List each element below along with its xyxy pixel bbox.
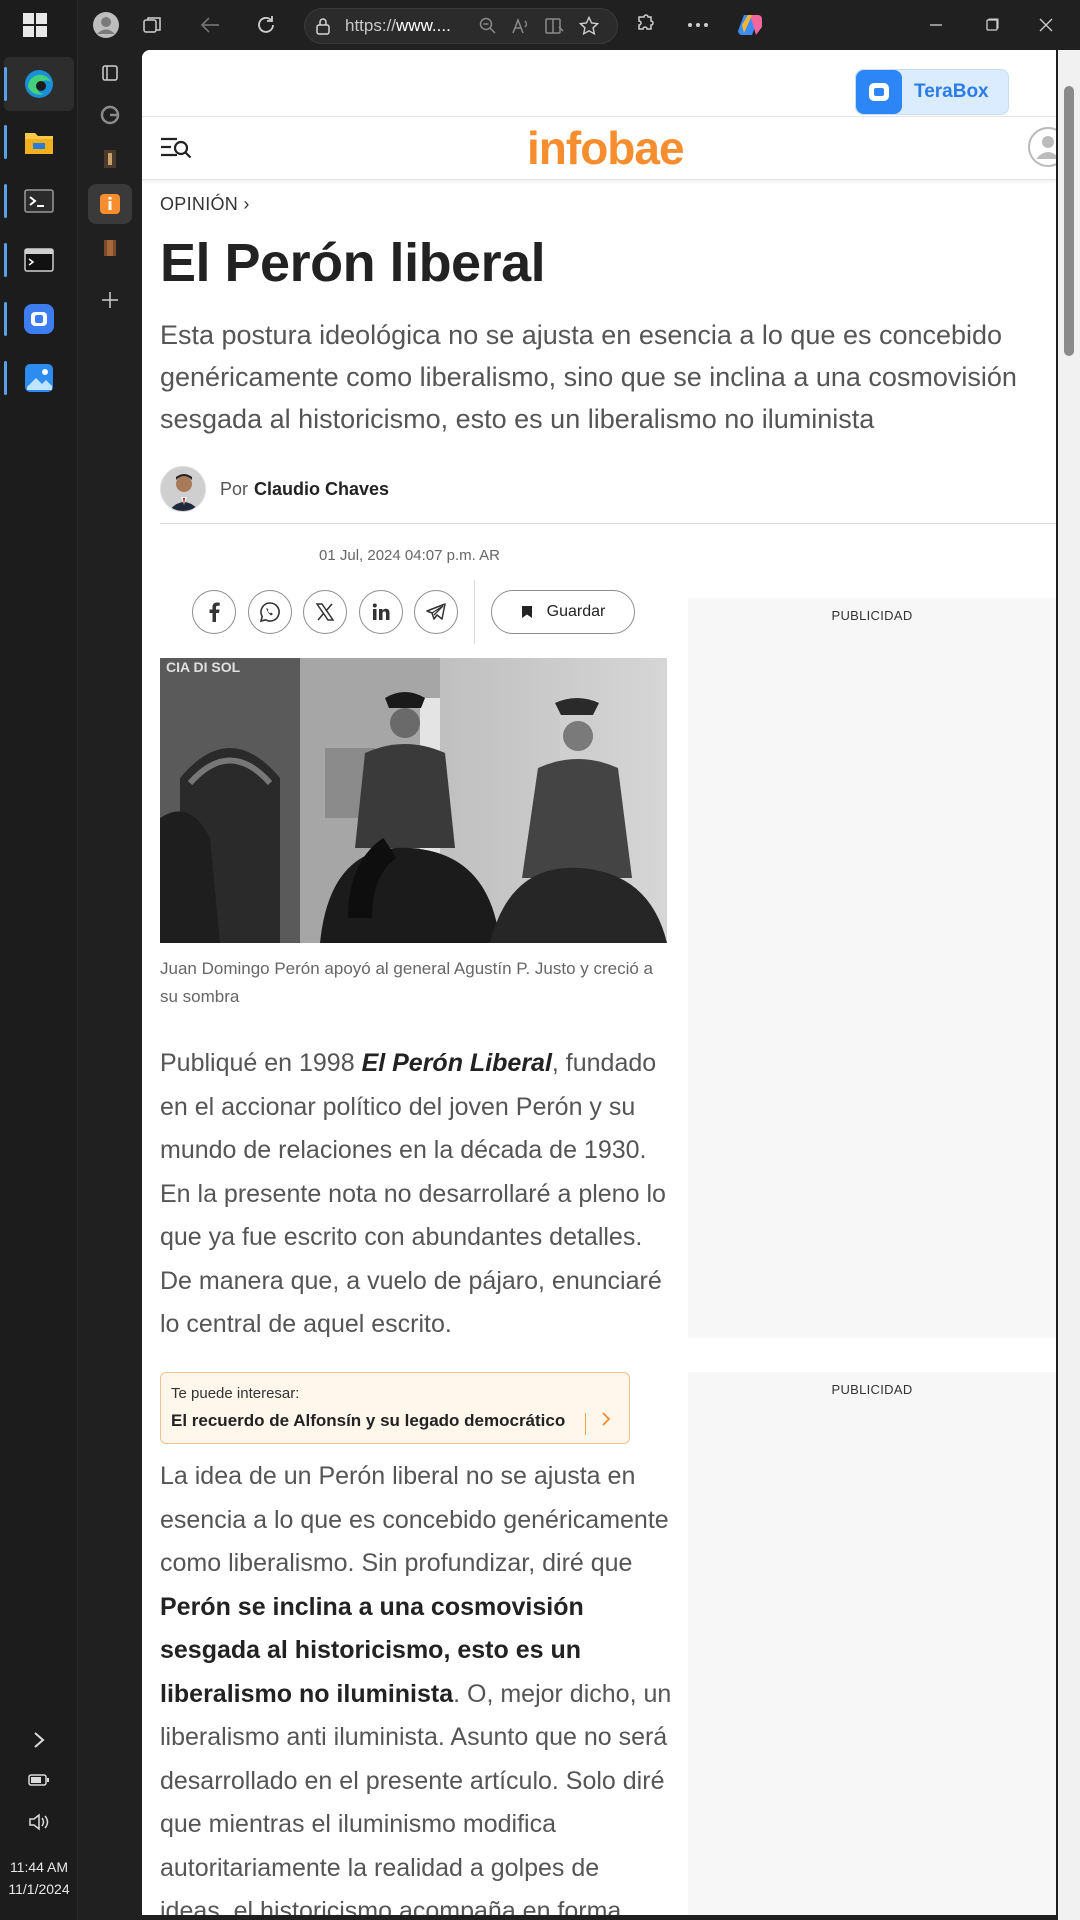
tab-actions-icon[interactable] [88,53,132,93]
publish-date: 01 Jul, 2024 04:07 p.m. AR [319,547,500,564]
tab-google-icon[interactable] [88,95,132,135]
site-logo[interactable]: infobae [527,121,685,175]
workspaces-icon[interactable] [134,8,170,42]
taskbar: 11:44 AM 11/1/2024 [0,0,78,1920]
article-headline: El Perón liberal [160,233,546,293]
clock-date[interactable]: 11/1/2024 [0,1881,78,1897]
extensions-icon[interactable] [626,8,662,42]
linkedin-share-icon[interactable] [358,590,403,634]
book-title: El Perón Liberal [361,1049,552,1077]
tab-infobae-icon[interactable] [88,184,132,224]
terabox-icon [856,70,902,114]
whatsapp-share-icon[interactable] [247,590,292,634]
refresh-icon[interactable] [248,8,284,42]
article-paragraph-1: Publiqué en 1998 El Perón Liberal, funda… [160,1049,666,1338]
save-label: Guardar [546,603,606,620]
photo-caption: Juan Domingo Perón apoyó al general Agus… [160,959,653,1006]
site-header: infobae [142,116,1056,180]
top-ad-strip: TeraBox [142,50,1056,116]
facebook-share-icon[interactable] [192,590,236,634]
clock-time[interactable]: 11:44 AM [0,1859,78,1875]
related-label: Te puede interesar: [171,1385,300,1402]
address-url[interactable]: https://www.... [345,16,465,36]
author-name[interactable]: Claudio Chaves [254,479,389,500]
menu-search-icon[interactable] [160,135,192,163]
svg-text:CIA DI SOL: CIA DI SOL [166,659,241,675]
author-avatar[interactable] [160,466,206,512]
maximize-icon[interactable] [974,8,1010,42]
chevron-right-icon[interactable] [601,1411,611,1432]
more-options-icon[interactable] [680,8,716,42]
telegram-share-icon[interactable] [414,590,458,634]
terabox-ad-button[interactable]: TeraBox [855,69,1009,115]
browser-toolbar: https://www.... [78,0,1080,50]
close-icon[interactable] [1028,8,1064,42]
share-divider [474,580,475,644]
taskbar-photos-icon[interactable] [4,351,74,405]
share-buttons [192,590,470,634]
favorite-star-icon[interactable] [579,16,599,36]
new-tab-icon[interactable] [88,280,132,320]
ad-label-2: PUBLICIDAD [831,1382,913,1397]
scrollbar-thumb[interactable] [1064,86,1074,356]
by-prefix: Por [220,478,249,499]
ad-label-1: PUBLICIDAD [831,608,913,623]
taskbar-file-explorer-icon[interactable] [4,115,74,169]
taskbar-console-icon[interactable] [4,233,74,287]
back-icon[interactable] [192,8,228,42]
profile-icon[interactable] [88,8,124,42]
x-share-icon[interactable] [303,590,347,634]
article-photo[interactable]: CIA DI SOL [160,658,667,943]
chevron-right-icon[interactable] [0,1730,78,1750]
taskbar-terabox-icon[interactable] [4,292,74,346]
bookmark-icon [521,606,532,618]
article-paragraph-2: La idea de un Perón liberal no se ajusta… [160,1462,672,1915]
page-scrollbar[interactable] [1058,50,1080,1920]
related-article-card[interactable]: Te puede interesar: El recuerdo de Alfon… [160,1372,630,1444]
zoom-out-icon[interactable] [479,17,497,35]
volume-icon[interactable] [0,1812,78,1832]
terabox-label: TeraBox [914,81,989,102]
related-divider [585,1413,586,1435]
user-account-icon[interactable] [1028,127,1056,167]
taskbar-edge-icon[interactable] [4,57,74,111]
web-page: TeraBox infobae OPINIÓN › El Perón liber… [142,50,1056,1915]
ad-slot-1[interactable]: PUBLICIDAD [688,598,1056,1338]
divider [160,523,1056,524]
address-bar[interactable]: https://www.... [304,8,618,44]
immersive-reader-icon[interactable] [545,17,565,35]
tab-book-icon[interactable] [88,139,132,179]
taskbar-terminal-icon[interactable] [4,174,74,228]
tab-bookmark-icon[interactable] [88,228,132,268]
article-deck: Esta postura ideológica no se ajusta en … [160,320,1017,434]
copilot-icon[interactable] [732,8,768,42]
minimize-icon[interactable] [918,8,954,42]
read-aloud-icon[interactable] [511,17,531,35]
vertical-tabs [78,50,142,1920]
battery-icon[interactable] [0,1773,78,1787]
ad-slot-2[interactable]: PUBLICIDAD [688,1372,1056,1915]
windows-start-icon[interactable] [22,12,52,42]
lock-icon[interactable] [315,17,331,35]
section-breadcrumb[interactable]: OPINIÓN › [160,194,250,215]
save-button[interactable]: Guardar [491,590,635,634]
related-title[interactable]: El recuerdo de Alfonsín y su legado demo… [171,1411,565,1431]
byline: Por Claudio Chaves [160,465,389,513]
